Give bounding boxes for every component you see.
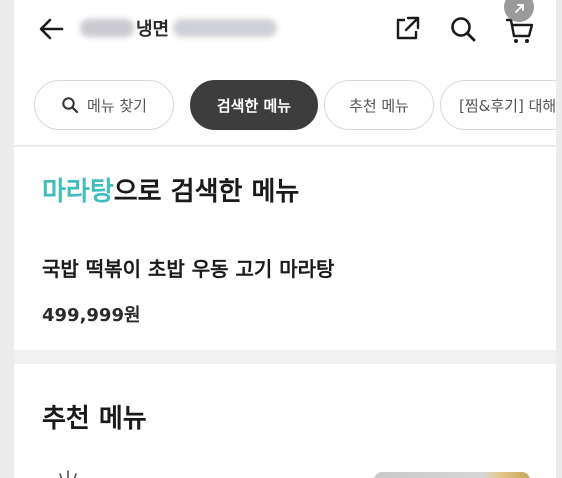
- back-arrow-icon[interactable]: [36, 14, 66, 44]
- top-app-bar: 냉면: [14, 0, 556, 62]
- store-title-text: 냉면: [136, 19, 170, 40]
- search-icon: [62, 97, 79, 114]
- search-keyword: 마라탕: [42, 177, 114, 207]
- chip-recommended-menu[interactable]: 추천 메뉴: [324, 80, 434, 130]
- share-icon[interactable]: [392, 14, 422, 44]
- store-title: 냉면: [80, 10, 278, 46]
- search-icon[interactable]: [448, 14, 478, 44]
- chip-likes-reviews[interactable]: [찜&후기] 대해: [440, 80, 556, 130]
- menu-item-name[interactable]: 국밥 떡볶이 초밥 우동 고기 마라탕: [42, 253, 334, 282]
- recommended-menu-section: 추천 메뉴: [14, 364, 556, 478]
- sparkle-icon: [59, 470, 77, 478]
- searched-menu-section: 마라탕으로 검색한 메뉴 국밥 떡볶이 초밥 우동 고기 마라탕 499,999…: [14, 147, 556, 350]
- recommended-menu-heading: 추천 메뉴: [42, 404, 147, 434]
- chip-find-menu[interactable]: 메뉴 찾기: [34, 80, 174, 130]
- chip-label: 추천 메뉴: [349, 96, 409, 115]
- heading-suffix: 으로 검색한 메뉴: [113, 177, 300, 207]
- searched-menu-heading: 마라탕으로 검색한 메뉴: [42, 171, 299, 208]
- menu-filter-chips: 메뉴 찾기 검색한 메뉴 추천 메뉴 [찜&후기] 대해: [14, 62, 556, 146]
- chip-label: [찜&후기] 대해: [459, 96, 556, 115]
- chip-label: 메뉴 찾기: [87, 96, 147, 115]
- blurred-name-suffix: [173, 19, 278, 37]
- menu-item-price: 499,999원: [42, 305, 141, 326]
- app-frame: 냉면 메뉴 찾기 검색한 메뉴 추천 메뉴 [찜&후기] 대해 마라탕으로 검색…: [14, 0, 556, 478]
- expand-icon: [515, 4, 524, 13]
- menu-thumbnail[interactable]: [374, 472, 530, 478]
- chip-searched-menu[interactable]: 검색한 메뉴: [190, 80, 318, 130]
- chip-label: 검색한 메뉴: [216, 96, 292, 115]
- expand-button[interactable]: [504, 0, 534, 22]
- blurred-name-prefix: [80, 19, 134, 37]
